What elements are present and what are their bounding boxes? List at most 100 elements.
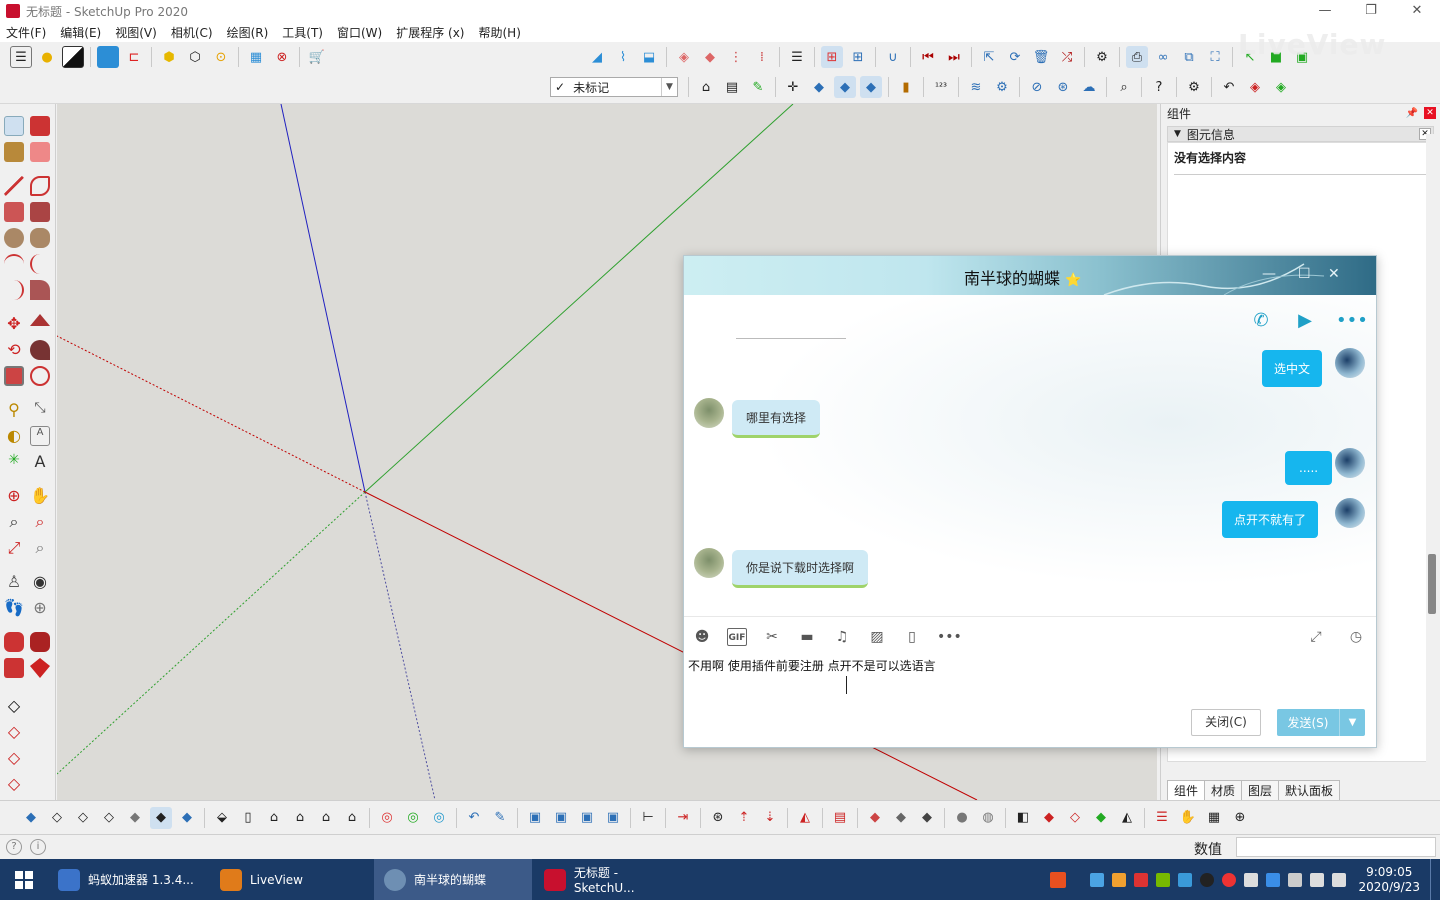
- emoji-icon[interactable]: ☻: [692, 628, 712, 646]
- message-bubble-out[interactable]: .....: [1285, 451, 1333, 485]
- close-window-button[interactable]: ✕: [1394, 0, 1440, 22]
- solid-gray-cube-icon[interactable]: ◆: [890, 807, 912, 829]
- menu-help[interactable]: 帮助(H): [478, 24, 520, 41]
- trash-icon[interactable]: 🗑: [1030, 46, 1052, 68]
- first-frame-icon[interactable]: ⏮: [917, 46, 939, 68]
- more-options-icon[interactable]: •••: [1336, 311, 1368, 331]
- list-icon[interactable]: ☰: [786, 46, 808, 68]
- warehouse-cart-icon[interactable]: 🛒: [306, 46, 328, 68]
- paint-bucket-icon[interactable]: [4, 142, 24, 162]
- image-icon[interactable]: ▨: [867, 628, 887, 646]
- menu-file[interactable]: 文件(F): [6, 24, 46, 41]
- drop-icon[interactable]: ⊛: [707, 807, 729, 829]
- sphere-wire-icon[interactable]: ◍: [977, 807, 999, 829]
- credits-icon[interactable]: i: [30, 839, 46, 855]
- curve-tool-icon[interactable]: ↶: [463, 807, 485, 829]
- contact-avatar[interactable]: [694, 548, 724, 578]
- ruler-icon[interactable]: ⊢: [637, 807, 659, 829]
- wifi-icon[interactable]: [1310, 872, 1325, 887]
- down-arrow-icon[interactable]: ⇣: [759, 807, 781, 829]
- gif-icon[interactable]: GIF: [727, 628, 747, 646]
- usb-icon[interactable]: [1288, 872, 1303, 887]
- cube-blue-icon[interactable]: ◆: [808, 76, 830, 98]
- my-avatar[interactable]: [1335, 448, 1365, 478]
- orbit-icon[interactable]: ⊕: [4, 486, 24, 506]
- protractor-icon[interactable]: ◐: [4, 426, 24, 446]
- tray-scrollbar[interactable]: [1426, 134, 1438, 774]
- view-top-icon[interactable]: ▯: [237, 807, 259, 829]
- smoove-icon[interactable]: ◆: [699, 46, 721, 68]
- chat-maximize-button[interactable]: ☐: [1298, 266, 1311, 282]
- message-input[interactable]: 不用啊 使用插件前要注册 点开不是可以选语言: [688, 657, 1368, 674]
- send-button[interactable]: 发送(S) ▼: [1277, 709, 1365, 736]
- contact-avatar[interactable]: [694, 398, 724, 428]
- up-arrow-icon[interactable]: ⇡: [733, 807, 755, 829]
- restore-button[interactable]: ❐: [1348, 0, 1394, 22]
- music-icon[interactable]: ♫: [832, 628, 852, 646]
- circle-check-icon[interactable]: ⊛: [1052, 76, 1074, 98]
- rotated-rectangle-icon[interactable]: [30, 202, 50, 222]
- hand-tool-icon[interactable]: ✋: [1177, 807, 1199, 829]
- collapse-triangle-icon[interactable]: ▼: [1174, 129, 1181, 139]
- slider-control-icon[interactable]: ☰: [1151, 807, 1173, 829]
- grid-icon[interactable]: ⋮: [725, 46, 747, 68]
- circle-link-icon[interactable]: ⊘: [1026, 76, 1048, 98]
- nvidia-icon[interactable]: [1156, 872, 1171, 887]
- style-xray-icon[interactable]: ◆: [20, 807, 42, 829]
- warehouse-icon[interactable]: [4, 632, 24, 652]
- fullscreen-icon[interactable]: ⛶: [1204, 46, 1226, 68]
- chat-minimize-button[interactable]: —: [1262, 266, 1276, 282]
- point-icon[interactable]: ⊙: [210, 46, 232, 68]
- walk-icon[interactable]: 👣: [4, 598, 24, 618]
- eraser-tool-icon[interactable]: ⊗: [271, 46, 293, 68]
- tag-dropdown[interactable]: ✓ 未标记 ▼: [550, 77, 678, 97]
- ruby-icon[interactable]: [30, 658, 50, 678]
- cube-side-icon[interactable]: ◆: [860, 76, 882, 98]
- display-icon[interactable]: [1266, 872, 1281, 887]
- message-bubble-in[interactable]: 你是说下载时选择啊: [732, 550, 869, 588]
- layers-link-icon[interactable]: ⧉: [1178, 46, 1200, 68]
- more-tools-icon[interactable]: •••: [937, 628, 962, 646]
- minimize-button[interactable]: —: [1302, 0, 1348, 22]
- menu-camera[interactable]: 相机(C): [171, 24, 213, 41]
- sandbox-grid-icon[interactable]: ⌇: [612, 46, 634, 68]
- pen-curve-icon[interactable]: ✎: [489, 807, 511, 829]
- style-wireframe-icon[interactable]: ◇: [72, 807, 94, 829]
- two-point-arc-icon[interactable]: [30, 254, 50, 274]
- style-monochrome-icon[interactable]: ◆: [176, 807, 198, 829]
- search-icon[interactable]: ⌕: [1113, 76, 1135, 98]
- shield-icon[interactable]: [1244, 872, 1259, 887]
- arc-icon[interactable]: [4, 254, 24, 274]
- ime-zh-icon[interactable]: [1134, 872, 1149, 887]
- screen-record-icon[interactable]: ▯: [902, 628, 922, 646]
- basket-red-icon[interactable]: ⊞: [821, 46, 843, 68]
- tag-lock-icon[interactable]: ◇: [4, 722, 24, 742]
- close-chat-button[interactable]: 关闭(C): [1191, 709, 1261, 736]
- undo-curve-icon[interactable]: ↶: [1218, 76, 1240, 98]
- message-bubble-out[interactable]: 选中文: [1262, 350, 1323, 387]
- settings-gear-icon[interactable]: ⚙: [1091, 46, 1113, 68]
- message-bubble-in[interactable]: 哪里有选择: [732, 400, 821, 438]
- sogou-ime-icon[interactable]: [1050, 871, 1067, 888]
- solid-split-icon[interactable]: ◆: [1090, 807, 1112, 829]
- cloud-tray-icon[interactable]: [1090, 872, 1105, 887]
- tag-plus-icon[interactable]: ◇: [4, 696, 24, 716]
- make-component-icon[interactable]: [30, 116, 50, 136]
- last-frame-icon[interactable]: ⏭: [943, 46, 965, 68]
- camera-tray-icon[interactable]: [1112, 872, 1127, 887]
- expand-icon[interactable]: ⤢: [1306, 628, 1326, 646]
- folder-icon[interactable]: ▬: [797, 628, 817, 646]
- tag-delete-icon[interactable]: ◇: [4, 774, 24, 794]
- basket-blue-icon[interactable]: ⊞: [847, 46, 869, 68]
- cloud-upload-icon[interactable]: ☁: [1078, 76, 1100, 98]
- tag-edit-icon[interactable]: ◇: [4, 748, 24, 768]
- frame-1-icon[interactable]: ▣: [524, 807, 546, 829]
- render-red-icon[interactable]: ◈: [1244, 76, 1266, 98]
- section-cut-icon[interactable]: ⊏: [123, 46, 145, 68]
- mirror-icon[interactable]: ◭: [794, 807, 816, 829]
- numbering-icon[interactable]: ¹²³: [930, 76, 952, 98]
- drape-icon[interactable]: ◈: [673, 46, 695, 68]
- pencil-icon[interactable]: [4, 176, 24, 196]
- my-avatar[interactable]: [1335, 348, 1365, 378]
- view-front-icon[interactable]: ⌂: [263, 807, 285, 829]
